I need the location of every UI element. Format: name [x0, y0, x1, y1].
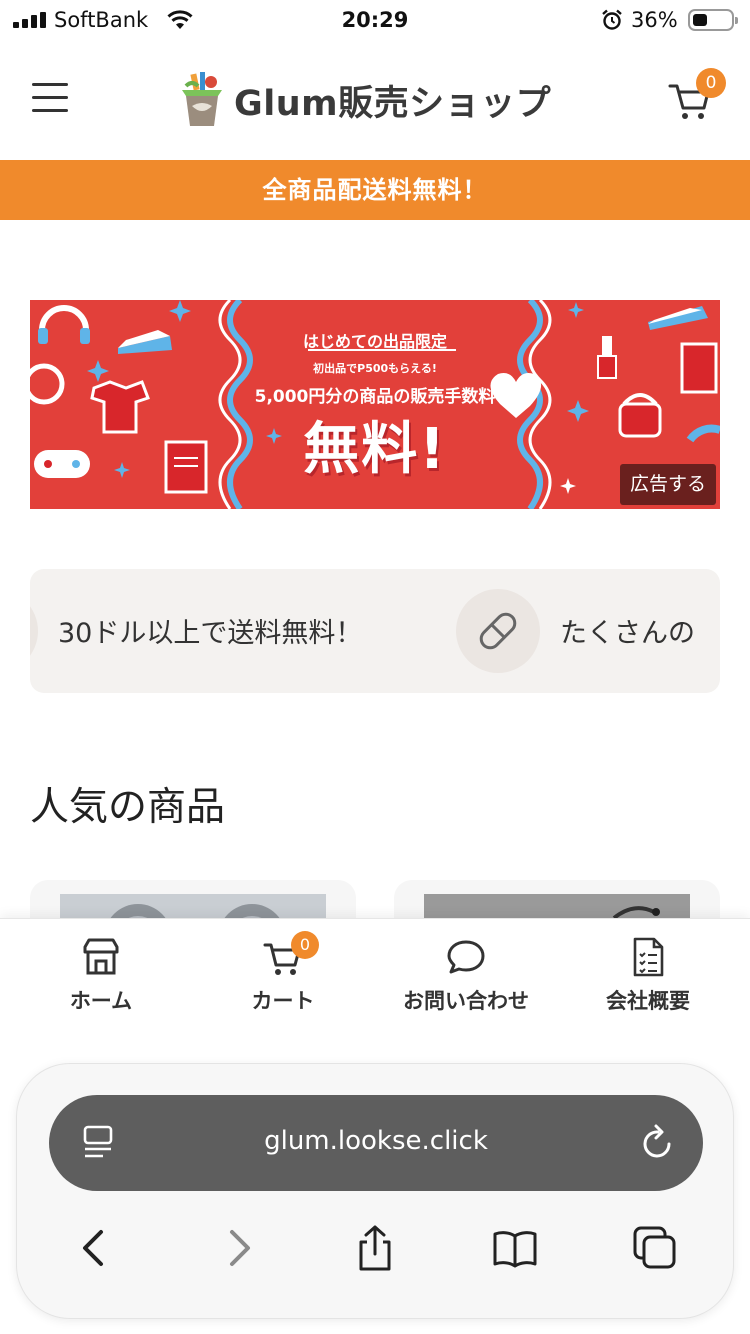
cart-count-badge: 0 [696, 68, 726, 98]
battery-percent: 36% [631, 8, 678, 32]
nav-about-label: 会社概要 [606, 989, 690, 1013]
document-icon [633, 937, 664, 977]
site-logo[interactable]: Glum販売ショップ [178, 70, 551, 130]
url-text: glum.lookse.click [264, 1126, 488, 1156]
popular-products-title: 人気の商品 [30, 785, 226, 830]
logo-text: Glum販売ショップ [234, 83, 552, 124]
info-item-free-shipping: 30ドル以上で送料無料！ [58, 618, 363, 649]
info-carousel[interactable]: 30ドル以上で送料無料！ たくさんの [30, 569, 720, 693]
nav-cart-badge: 0 [291, 931, 319, 959]
header-cart-button[interactable]: 0 [668, 68, 726, 122]
bookmarks-icon[interactable] [491, 1224, 539, 1272]
chat-bubble-icon [447, 940, 485, 974]
reload-icon[interactable] [641, 1123, 675, 1161]
nav-cart-label: カート [251, 989, 315, 1013]
nav-home-label: ホーム [69, 989, 133, 1013]
nav-contact-label: お問い合わせ [403, 989, 529, 1013]
forward-icon[interactable] [214, 1224, 262, 1272]
tabs-icon[interactable] [631, 1224, 679, 1272]
site-header: Glum販売ショップ 0 [0, 44, 750, 160]
browser-toolbar: glum.lookse.click [16, 1063, 734, 1319]
address-bar[interactable]: glum.lookse.click [49, 1095, 703, 1191]
free-shipping-bar: 全商品配送料無料！ [0, 160, 750, 220]
carousel-icon-circle [30, 589, 38, 673]
promo-banner[interactable]: はじめての出品限定 初出品でP500もらえる! 5,000円分の商品の販売手数料… [30, 300, 720, 509]
alarm-icon [602, 9, 622, 30]
nav-home[interactable]: ホーム [21, 937, 181, 1017]
advertise-button[interactable]: 広告する [620, 464, 716, 505]
banner-line-2: 初出品でP500もらえる! [313, 362, 437, 375]
back-icon[interactable] [71, 1224, 119, 1272]
menu-icon[interactable] [32, 83, 68, 113]
banner-line-4: 無料! [303, 417, 447, 482]
banner-line-1: はじめての出品限定 [302, 332, 447, 351]
nav-contact[interactable]: お問い合わせ [386, 937, 546, 1017]
nav-cart[interactable]: 0 カート [203, 931, 363, 1017]
tag-icon [479, 612, 517, 650]
battery-icon [688, 9, 738, 31]
logo-icon [182, 72, 222, 126]
store-icon [83, 938, 119, 975]
info-item-2: たくさんの [560, 618, 695, 649]
tag-icon-circle [456, 589, 540, 673]
nav-about[interactable]: 会社概要 [568, 937, 728, 1017]
status-bar: SoftBank 20:29 36% [0, 0, 750, 44]
share-icon[interactable] [351, 1224, 399, 1272]
